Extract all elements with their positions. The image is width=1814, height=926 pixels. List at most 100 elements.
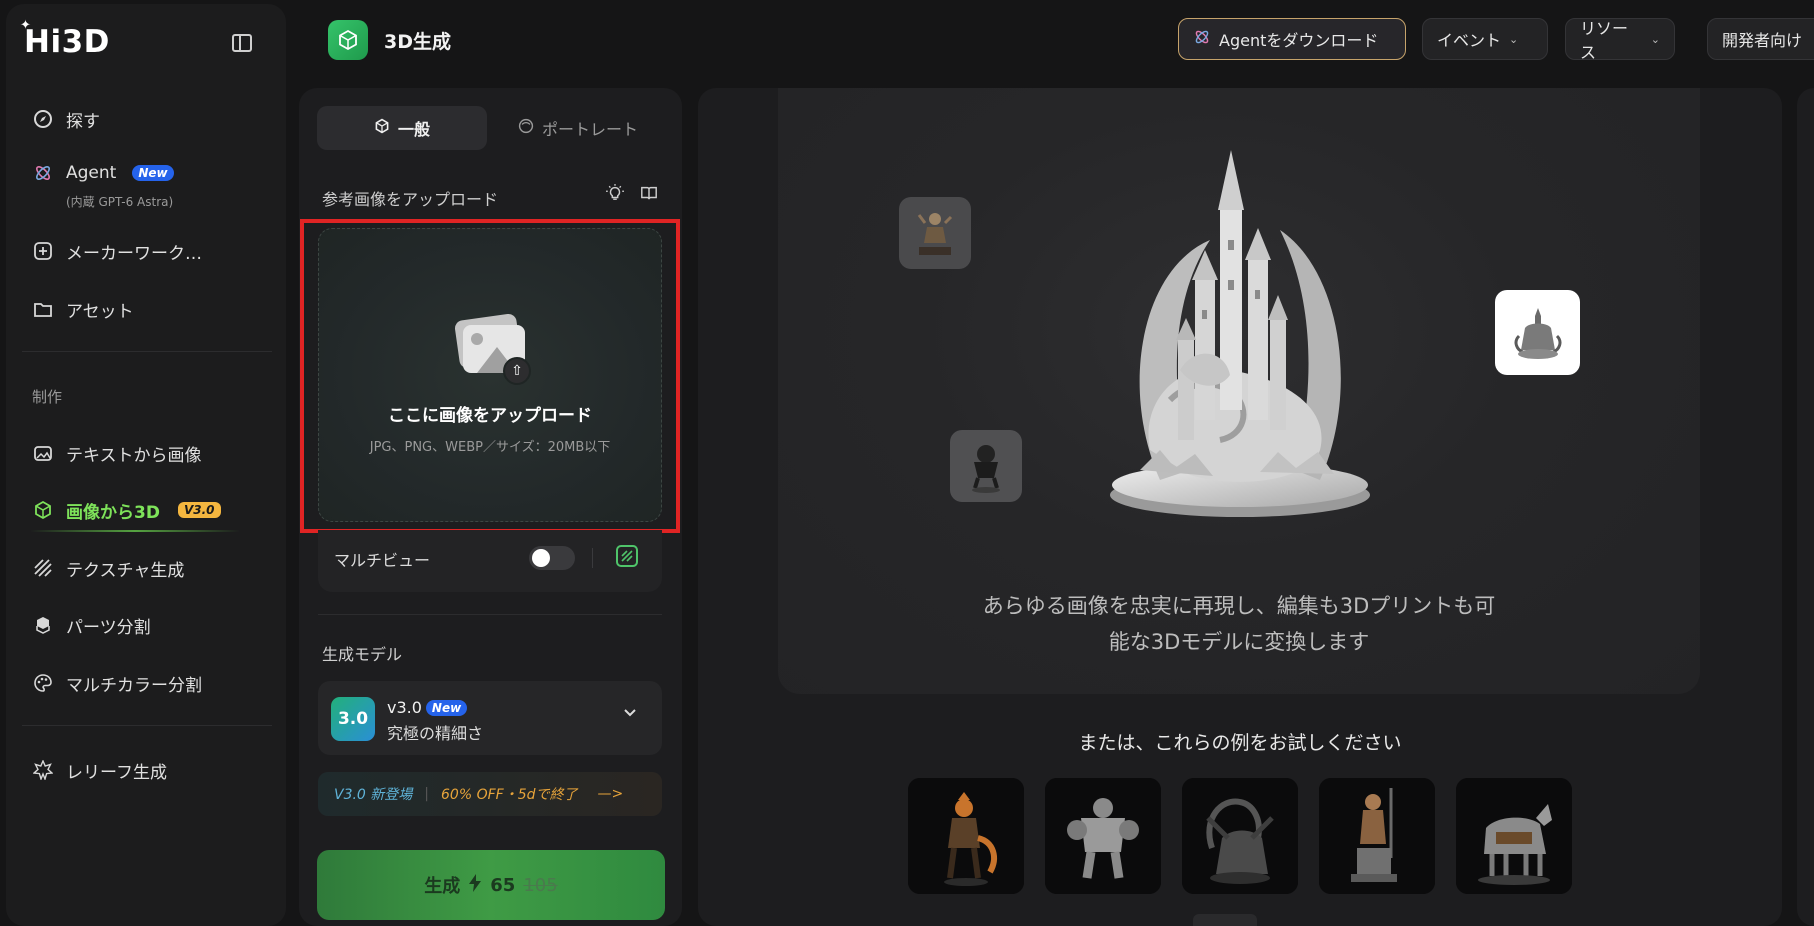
atom-icon xyxy=(1193,28,1211,50)
toggle-knob xyxy=(532,549,550,567)
developers-label: 開発者向け xyxy=(1722,31,1803,50)
scroll-hint xyxy=(1193,914,1257,926)
example-item[interactable] xyxy=(1045,778,1161,894)
model-name-text: v3.0 xyxy=(387,698,422,717)
agent-download-label: Agentをダウンロード xyxy=(1219,31,1379,50)
sidebar-collapse-icon[interactable] xyxy=(232,34,252,52)
divider xyxy=(592,548,593,568)
sidebar-item-texture[interactable]: テクスチャ生成 xyxy=(32,553,184,583)
chevron-down-icon: ⌄ xyxy=(1509,32,1519,46)
hero-line-2: 能な3Dモデルに変換します xyxy=(1108,630,1370,654)
plus-square-icon xyxy=(32,240,54,262)
sidebar-item-image-to-3d[interactable]: 画像から3D V3.0 xyxy=(32,495,221,525)
sidebar-divider xyxy=(22,351,272,352)
stripes-icon xyxy=(32,557,54,579)
panel-divider xyxy=(318,614,662,615)
model-version-badge: 3.0 xyxy=(331,697,375,741)
sidebar-item-relief[interactable]: レリーフ生成 xyxy=(32,755,167,785)
hero-line-1: あらゆる画像を忠実に再現し、編集も3Dプリントも可 xyxy=(982,594,1496,618)
hero-dragon-castle-model xyxy=(1100,150,1380,530)
version-badge: V3.0 xyxy=(177,502,221,518)
sidebar-item-agent[interactable]: Agent New xyxy=(32,158,174,188)
generate-label: 生成 xyxy=(424,876,461,897)
multiview-label: マルチビュー xyxy=(334,551,431,570)
tab-general[interactable]: 一般 xyxy=(317,106,487,150)
logo-text: Hi3D xyxy=(24,24,110,60)
image-upload-dropzone[interactable]: ⇧ ここに画像をアップロード JPG、PNG、WEBP／サイズ：20MB以下 xyxy=(318,228,662,522)
sidebar-item-text-to-image[interactable]: テキストから画像 xyxy=(32,438,202,468)
sample-thumbnail xyxy=(1495,290,1580,375)
sample-thumbnail xyxy=(899,197,971,269)
dropzone-hint: JPG、PNG、WEBP／サイズ：20MB以下 xyxy=(369,440,611,455)
image-upload-icon: ⇧ xyxy=(451,312,531,385)
tab-label: ポートレート xyxy=(541,120,638,139)
app-cube-icon xyxy=(328,20,368,60)
promo-banner[interactable]: V3.0 新登場 | 60% OFF・5dで終了 —> xyxy=(318,772,662,816)
sample-thumbnail xyxy=(950,430,1022,502)
model-section-label: 生成モデル xyxy=(322,645,403,664)
sidebar-item-maker-workshop[interactable]: メーカーワーク… xyxy=(32,236,202,266)
example-item[interactable] xyxy=(1319,778,1435,894)
example-item[interactable] xyxy=(1182,778,1298,894)
section-label-create: 制作 xyxy=(32,388,63,406)
lightbulb-icon[interactable] xyxy=(606,184,624,207)
chevron-down-icon: ⌄ xyxy=(1650,32,1660,46)
sidebar-item-label: アセット xyxy=(66,301,134,322)
sparkle-icon: ✦ xyxy=(20,18,32,33)
generate-button[interactable]: 生成 65 105 xyxy=(317,850,665,920)
agent-subtitle: (内蔵 GPT-6 Astra) xyxy=(66,195,174,209)
sidebar-item-label: テキストから画像 xyxy=(66,445,202,466)
logo[interactable]: ✦ Hi3D xyxy=(20,18,110,60)
promo-right: 60% OFF・5dで終了 xyxy=(441,787,578,803)
generate-cost: 65 xyxy=(490,874,516,896)
developers-menu-button[interactable]: 開発者向け xyxy=(1707,18,1814,60)
active-indicator xyxy=(30,530,240,532)
multiview-toggle[interactable] xyxy=(529,546,575,570)
sidebar-item-multicolor[interactable]: マルチカラー分割 xyxy=(32,668,202,698)
event-menu-button[interactable]: イベント ⌄ xyxy=(1422,18,1548,60)
cube-icon xyxy=(374,118,390,138)
example-item[interactable] xyxy=(908,778,1024,894)
sidebar-item-label: メーカーワーク… xyxy=(66,243,202,264)
new-badge: New xyxy=(132,165,174,181)
model-description: 究極の精細さ xyxy=(387,724,484,743)
new-badge: New xyxy=(425,699,468,716)
hero-description: あらゆる画像を忠実に再現し、編集も3Dプリントも可 能な3Dモデルに変換します xyxy=(778,588,1700,660)
sidebar-item-label: Agent xyxy=(66,163,117,183)
sidebar-divider xyxy=(22,725,272,726)
sidebar-item-label: レリーフ生成 xyxy=(66,762,167,783)
model-name: v3.0 New xyxy=(387,698,468,717)
sidebar-item-label: パーツ分割 xyxy=(66,617,151,638)
mode-tabs: 一般 ポートレート xyxy=(317,106,664,150)
blocks-icon xyxy=(32,614,54,636)
event-label: イベント xyxy=(1437,31,1502,50)
lightning-icon xyxy=(468,873,482,897)
example-item[interactable] xyxy=(1456,778,1572,894)
agent-download-button[interactable]: Agentをダウンロード xyxy=(1178,18,1406,60)
palette-icon xyxy=(32,672,54,694)
resources-label: リソース xyxy=(1580,19,1629,62)
atom-icon xyxy=(32,162,54,184)
upload-section-label: 参考画像をアップロード xyxy=(322,190,499,209)
dropzone-title: ここに画像をアップロード xyxy=(388,406,592,426)
image-sparkle-icon xyxy=(32,442,54,464)
sidebar-item-parts-split[interactable]: パーツ分割 xyxy=(32,610,151,640)
page-title: 3D生成 xyxy=(384,31,451,53)
multiview-grid-icon[interactable] xyxy=(616,545,638,567)
chevron-down-icon[interactable] xyxy=(623,706,637,722)
face-icon xyxy=(518,118,534,138)
sidebar-item-label: 画像から3D xyxy=(66,502,160,523)
cube-icon xyxy=(32,499,54,521)
resources-menu-button[interactable]: リソース ⌄ xyxy=(1565,18,1675,62)
compass-icon xyxy=(32,108,54,130)
folder-icon xyxy=(32,298,54,320)
tab-portrait[interactable]: ポートレート xyxy=(493,106,663,150)
book-icon[interactable] xyxy=(640,184,658,207)
right-panel-edge xyxy=(1797,88,1814,926)
star-burst-icon xyxy=(32,759,54,781)
upload-arrow-icon: ⇧ xyxy=(503,357,531,385)
generate-old-cost: 105 xyxy=(523,874,558,896)
sidebar-item-label: マルチカラー分割 xyxy=(66,675,202,696)
sidebar-item-explore[interactable]: 探す xyxy=(32,104,100,134)
sidebar-item-assets[interactable]: アセット xyxy=(32,294,134,324)
